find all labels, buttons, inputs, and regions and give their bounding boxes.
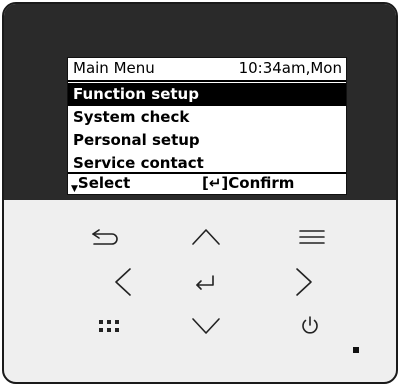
chevron-up-icon (192, 229, 220, 245)
footer-select-hint: ▼Select (71, 174, 130, 199)
back-button[interactable] (81, 217, 129, 257)
left-button[interactable] (99, 262, 147, 302)
menu-item-personal-setup[interactable]: Personal setup (68, 129, 346, 152)
status-led (353, 347, 359, 353)
screen-footer: ▼Select [↵]Confirm (68, 172, 346, 194)
up-button[interactable] (182, 217, 230, 257)
back-arrow-icon (92, 229, 118, 245)
thermostat-controller: Main Menu 10:34am,Mon Function setup Sys… (2, 2, 398, 384)
lcd-screen: Main Menu 10:34am,Mon Function setup Sys… (67, 57, 347, 195)
screen-header: Main Menu 10:34am,Mon (68, 58, 346, 82)
menu-item-system-check[interactable]: System check (68, 106, 346, 129)
chevron-down-icon (192, 318, 220, 334)
down-triangle-icon: ▼ (71, 184, 78, 194)
power-button[interactable] (286, 306, 334, 346)
menu-title: Main Menu (73, 59, 155, 77)
chevron-left-icon (115, 268, 131, 296)
grid-button[interactable] (85, 306, 133, 346)
footer-select-label: Select (77, 174, 131, 192)
down-button[interactable] (182, 306, 230, 346)
enter-return-icon (196, 275, 214, 290)
enter-button[interactable] (182, 262, 230, 302)
hamburger-menu-icon (299, 230, 325, 244)
grid-dots-icon (99, 320, 119, 332)
menu-button[interactable] (288, 217, 336, 257)
power-icon (302, 316, 318, 334)
menu-list: Function setup System check Personal set… (68, 83, 346, 175)
right-button[interactable] (280, 262, 328, 302)
footer-confirm-label: [↵]Confirm (202, 174, 295, 192)
chevron-right-icon (296, 268, 312, 296)
menu-item-function-setup[interactable]: Function setup (68, 83, 346, 106)
clock-display: 10:34am,Mon (238, 59, 342, 77)
